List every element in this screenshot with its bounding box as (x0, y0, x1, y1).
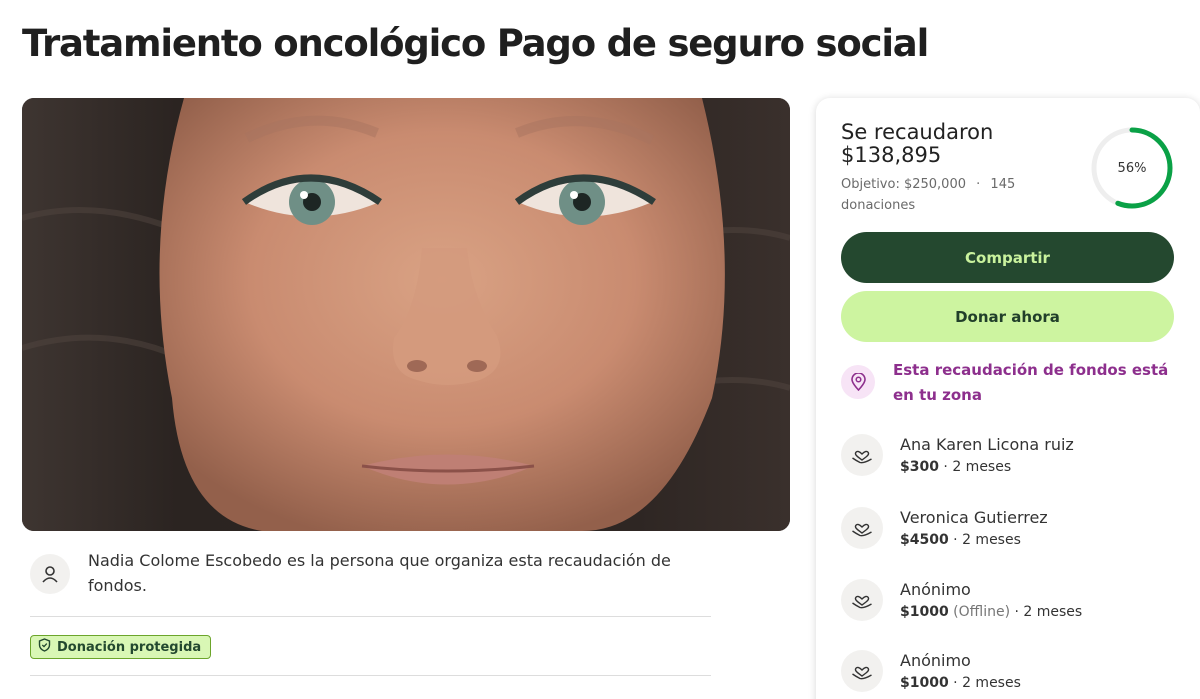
donor-meta: $300 · 2 meses (900, 459, 1012, 475)
heart-hand-icon (841, 507, 883, 549)
protected-donation-badge[interactable]: Donación protegida (30, 635, 212, 659)
campaign-photo[interactable] (22, 98, 790, 531)
donation-panel: Se recaudaron $138,895 Objetivo: $250,00… (816, 98, 1200, 699)
heart-hand-icon (841, 650, 883, 692)
donation-item: Anónimo $1000 (Offline) · 2 meses (841, 579, 1174, 623)
donor-amount: $4500 (900, 532, 949, 548)
raised-amount: $138,895 (841, 143, 942, 167)
donor-meta: $4500 · 2 meses (900, 532, 1021, 548)
donor-name: Veronica Gutierrez (900, 508, 1048, 527)
campaign-photo-image (22, 98, 790, 531)
donor-time: 2 meses (952, 459, 1012, 475)
donor-name: Ana Karen Licona ruiz (900, 435, 1074, 454)
local-notice-text: Esta recaudación de fondos está en tu zo… (893, 361, 1169, 404)
goal-text: Objetivo: $250,000 · 145 donaciones (841, 174, 1041, 216)
donor-time: 2 meses (962, 675, 1021, 691)
page-title: Tratamiento oncológico Pago de seguro so… (22, 22, 929, 65)
donor-amount: $1000 (900, 604, 949, 620)
divider (30, 616, 711, 617)
donor-time: 2 meses (1023, 604, 1083, 620)
user-icon (30, 554, 70, 594)
donor-offline-tag: (Offline) (953, 604, 1011, 620)
donor-time: 2 meses (962, 532, 1021, 548)
heart-hand-icon (841, 434, 883, 476)
location-pin-icon (841, 365, 875, 399)
donate-now-button[interactable]: Donar ahora (841, 291, 1174, 342)
local-notice[interactable]: Esta recaudación de fondos está en tu zo… (841, 358, 1174, 408)
donor-amount: $300 (900, 459, 939, 475)
donor-meta: $1000 · 2 meses (900, 675, 1021, 691)
goal-separator: · (976, 177, 981, 192)
donation-item: Anónimo $1000 · 2 meses (841, 650, 1174, 694)
donor-meta: $1000 (Offline) · 2 meses (900, 604, 1083, 620)
organizer-info: Nadia Colome Escobedo es la persona que … (30, 548, 720, 598)
share-button[interactable]: Compartir (841, 232, 1174, 283)
progress-percent: 56% (1117, 160, 1147, 176)
donor-name: Anónimo (900, 651, 971, 670)
raised-label: Se recaudaron (841, 120, 994, 144)
heart-hand-icon (841, 579, 883, 621)
donor-amount: $1000 (900, 675, 949, 691)
goal-amount: Objetivo: $250,000 (841, 177, 966, 192)
donation-item: Veronica Gutierrez $4500 · 2 meses (841, 507, 1174, 551)
badge-label: Donación protegida (57, 639, 202, 655)
donation-item: Ana Karen Licona ruiz $300 · 2 meses (841, 434, 1174, 478)
divider (30, 675, 711, 676)
shield-icon (38, 638, 51, 656)
donor-name: Anónimo (900, 580, 971, 599)
organizer-text: Nadia Colome Escobedo es la persona que … (88, 551, 671, 595)
